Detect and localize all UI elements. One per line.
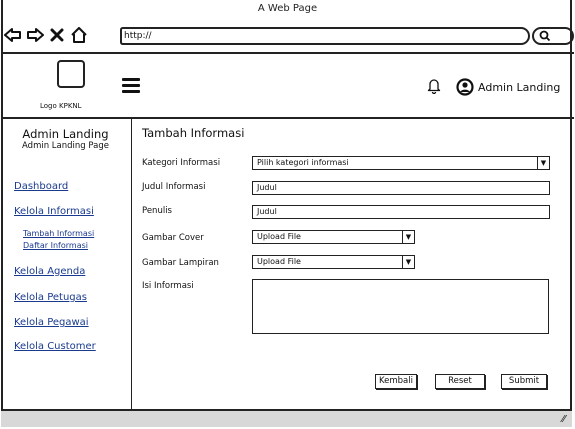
kembali-button[interactable]: Kembali (375, 374, 417, 389)
close-icon[interactable] (48, 26, 66, 44)
sidebar-item-kelola-pegawai[interactable]: Kelola Pegawai (14, 317, 89, 328)
url-bar[interactable]: http:// (120, 27, 530, 45)
resize-handle-icon[interactable]: ⁄⁄ (562, 414, 565, 425)
sidebar-title: Admin Landing (22, 127, 109, 141)
lampiran-label: Gambar Lampiran (142, 258, 219, 268)
judul-label: Judul Informasi (142, 182, 206, 192)
isi-textarea[interactable] (252, 279, 549, 334)
sidebar-item-kelola-petugas[interactable]: Kelola Petugas (14, 292, 87, 303)
kategori-select-value: Pilih kategori informasi (257, 158, 349, 167)
hamburger-menu-icon[interactable] (122, 78, 140, 93)
header-divider (1, 117, 574, 119)
page-title: Tambah Informasi (142, 126, 245, 140)
logo-label: Logo KPKNL (40, 102, 82, 110)
chevron-down-icon[interactable]: ▼ (402, 231, 414, 243)
sidebar-subtitle: Admin Landing Page (22, 141, 109, 151)
sidebar-item-kelola-agenda[interactable]: Kelola Agenda (14, 266, 85, 277)
sidebar-item-kelola-informasi[interactable]: Kelola Informasi (14, 206, 94, 217)
sidebar-subitem-tambah-informasi[interactable]: Tambah Informasi (23, 229, 94, 238)
submit-button[interactable]: Submit (501, 374, 547, 389)
sidebar-divider (131, 119, 132, 409)
user-avatar-icon[interactable] (456, 78, 474, 100)
browser-title: A Web Page (257, 3, 318, 14)
kategori-select[interactable]: Pilih kategori informasi ▼ (252, 156, 550, 170)
forward-arrow-icon[interactable] (26, 26, 44, 44)
cover-label: Gambar Cover (142, 233, 204, 243)
sidebar-item-kelola-customer[interactable]: Kelola Customer (14, 341, 96, 352)
logo-placeholder[interactable] (57, 60, 85, 88)
lampiran-upload-select[interactable]: Upload File ▼ (252, 255, 415, 269)
chevron-down-icon[interactable]: ▼ (402, 256, 414, 268)
bell-icon[interactable] (427, 78, 441, 98)
footer-bar (1, 409, 572, 427)
home-icon[interactable] (70, 26, 88, 44)
penulis-label: Penulis (142, 206, 172, 216)
cover-upload-value: Upload File (257, 232, 301, 241)
search-icon (539, 30, 551, 45)
judul-input[interactable]: Judul (252, 181, 550, 195)
back-arrow-icon[interactable] (4, 26, 22, 44)
penulis-input[interactable]: Judul (252, 205, 550, 219)
isi-label: Isi Informasi (142, 281, 194, 291)
kategori-label: Kategori Informasi (142, 158, 221, 168)
browser-toolbar-divider (1, 52, 574, 54)
header-user-name[interactable]: Admin Landing (478, 81, 560, 94)
cover-upload-select[interactable]: Upload File ▼ (252, 230, 415, 244)
sidebar-item-dashboard[interactable]: Dashboard (14, 181, 68, 192)
reset-button[interactable]: Reset (435, 374, 485, 389)
browser-nav-controls (4, 25, 88, 45)
sidebar-subitem-daftar-informasi[interactable]: Daftar Informasi (23, 241, 88, 250)
lampiran-upload-value: Upload File (257, 257, 301, 266)
browser-search-button[interactable] (532, 27, 574, 45)
chevron-down-icon[interactable]: ▼ (537, 157, 549, 169)
